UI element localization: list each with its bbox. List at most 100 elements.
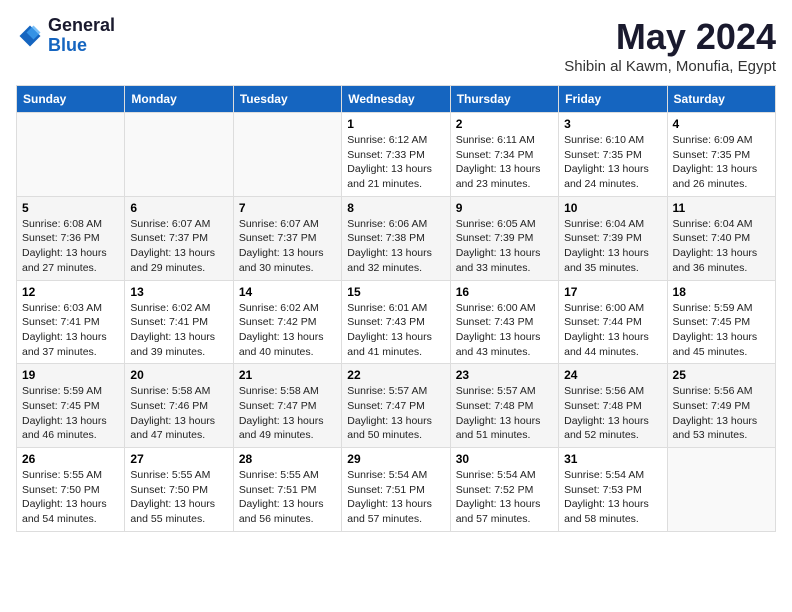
calendar-cell — [233, 113, 341, 197]
day-number: 10 — [564, 201, 661, 215]
logo-icon — [16, 22, 44, 50]
logo-blue: Blue — [48, 36, 115, 56]
day-info: Sunrise: 5:55 AMSunset: 7:51 PMDaylight:… — [239, 468, 336, 527]
calendar-cell: 30 Sunrise: 5:54 AMSunset: 7:52 PMDayligh… — [450, 448, 558, 532]
calendar-cell: 14Sunrise: 6:02 AMSunset: 7:42 PMDayligh… — [233, 280, 341, 364]
calendar-cell — [667, 448, 775, 532]
logo: General Blue — [16, 16, 115, 56]
calendar-cell: 3Sunrise: 6:10 AMSunset: 7:35 PMDaylight… — [559, 113, 667, 197]
calendar-cell: 28 Sunrise: 5:55 AMSunset: 7:51 PMDayligh… — [233, 448, 341, 532]
calendar-week-row: 19 Sunrise: 5:59 AMSunset: 7:45 PMDayligh… — [17, 364, 776, 448]
day-info: Sunrise: 5:57 AMSunset: 7:47 PMDaylight:… — [347, 384, 444, 443]
calendar-cell: 1Sunrise: 6:12 AMSunset: 7:33 PMDaylight… — [342, 113, 450, 197]
calendar-header-row: SundayMondayTuesdayWednesdayThursdayFrid… — [17, 86, 776, 113]
title-section: May 2024 Shibin al Kawm, Monufia, Egypt — [564, 16, 776, 75]
day-number: 22 — [347, 368, 444, 382]
logo-general: General — [48, 16, 115, 36]
calendar-cell: 22 Sunrise: 5:57 AMSunset: 7:47 PMDayligh… — [342, 364, 450, 448]
calendar-week-row: 1Sunrise: 6:12 AMSunset: 7:33 PMDaylight… — [17, 113, 776, 197]
location: Shibin al Kawm, Monufia, Egypt — [564, 58, 776, 75]
day-number: 31 — [564, 452, 661, 466]
day-info: Sunrise: 5:58 AMSunset: 7:47 PMDaylight:… — [239, 384, 336, 443]
weekday-header: Tuesday — [233, 86, 341, 113]
calendar-cell: 8 Sunrise: 6:06 AMSunset: 7:38 PMDaylight… — [342, 196, 450, 280]
calendar-week-row: 26 Sunrise: 5:55 AMSunset: 7:50 PMDayligh… — [17, 448, 776, 532]
page-header: General Blue May 2024 Shibin al Kawm, Mo… — [16, 16, 776, 75]
weekday-header: Saturday — [667, 86, 775, 113]
calendar-cell: 25 Sunrise: 5:56 AMSunset: 7:49 PMDayligh… — [667, 364, 775, 448]
day-number: 2 — [456, 117, 553, 131]
calendar: SundayMondayTuesdayWednesdayThursdayFrid… — [16, 85, 776, 532]
calendar-cell: 7 Sunrise: 6:07 AMSunset: 7:37 PMDaylight… — [233, 196, 341, 280]
calendar-cell: 13 Sunrise: 6:02 AMSunset: 7:41 PMDayligh… — [125, 280, 233, 364]
day-number: 16 — [456, 285, 553, 299]
day-number: 13 — [130, 285, 227, 299]
day-number: 30 — [456, 452, 553, 466]
day-number: 4 — [673, 117, 770, 131]
day-info: Sunrise: 6:12 AMSunset: 7:33 PMDaylight:… — [347, 133, 444, 192]
calendar-cell — [125, 113, 233, 197]
calendar-cell: 9 Sunrise: 6:05 AMSunset: 7:39 PMDaylight… — [450, 196, 558, 280]
day-number: 18 — [673, 285, 770, 299]
logo-text: General Blue — [48, 16, 115, 56]
day-info: Sunrise: 6:07 AMSunset: 7:37 PMDaylight:… — [130, 217, 227, 276]
weekday-header: Thursday — [450, 86, 558, 113]
calendar-cell: 5Sunrise: 6:08 AMSunset: 7:36 PMDaylight… — [17, 196, 125, 280]
day-info: Sunrise: 6:01 AMSunset: 7:43 PMDaylight:… — [347, 301, 444, 360]
day-number: 7 — [239, 201, 336, 215]
day-info: Sunrise: 6:04 AMSunset: 7:39 PMDaylight:… — [564, 217, 661, 276]
day-number: 6 — [130, 201, 227, 215]
day-info: Sunrise: 5:55 AMSunset: 7:50 PMDaylight:… — [22, 468, 119, 527]
day-number: 25 — [673, 368, 770, 382]
day-info: Sunrise: 5:59 AMSunset: 7:45 PMDaylight:… — [22, 384, 119, 443]
day-number: 9 — [456, 201, 553, 215]
calendar-cell: 23 Sunrise: 5:57 AMSunset: 7:48 PMDayligh… — [450, 364, 558, 448]
day-info: Sunrise: 5:56 AMSunset: 7:48 PMDaylight:… — [564, 384, 661, 443]
calendar-cell: 10 Sunrise: 6:04 AMSunset: 7:39 PMDayligh… — [559, 196, 667, 280]
weekday-header: Wednesday — [342, 86, 450, 113]
day-info: Sunrise: 6:04 AMSunset: 7:40 PMDaylight:… — [673, 217, 770, 276]
calendar-cell: 18 Sunrise: 5:59 AMSunset: 7:45 PMDayligh… — [667, 280, 775, 364]
day-info: Sunrise: 6:02 AMSunset: 7:41 PMDaylight:… — [130, 301, 227, 360]
calendar-cell: 6 Sunrise: 6:07 AMSunset: 7:37 PMDaylight… — [125, 196, 233, 280]
calendar-cell — [17, 113, 125, 197]
day-number: 29 — [347, 452, 444, 466]
day-info: Sunrise: 5:54 AMSunset: 7:51 PMDaylight:… — [347, 468, 444, 527]
calendar-week-row: 5Sunrise: 6:08 AMSunset: 7:36 PMDaylight… — [17, 196, 776, 280]
day-number: 23 — [456, 368, 553, 382]
day-number: 3 — [564, 117, 661, 131]
calendar-cell: 19 Sunrise: 5:59 AMSunset: 7:45 PMDayligh… — [17, 364, 125, 448]
day-number: 27 — [130, 452, 227, 466]
calendar-cell: 29 Sunrise: 5:54 AMSunset: 7:51 PMDayligh… — [342, 448, 450, 532]
day-info: Sunrise: 6:00 AMSunset: 7:43 PMDaylight:… — [456, 301, 553, 360]
calendar-cell: 11 Sunrise: 6:04 AMSunset: 7:40 PMDayligh… — [667, 196, 775, 280]
calendar-cell: 4Sunrise: 6:09 AMSunset: 7:35 PMDaylight… — [667, 113, 775, 197]
day-number: 24 — [564, 368, 661, 382]
day-info: Sunrise: 5:57 AMSunset: 7:48 PMDaylight:… — [456, 384, 553, 443]
calendar-cell: 2 Sunrise: 6:11 AMSunset: 7:34 PMDaylight… — [450, 113, 558, 197]
day-info: Sunrise: 5:54 AMSunset: 7:53 PMDaylight:… — [564, 468, 661, 527]
day-info: Sunrise: 6:05 AMSunset: 7:39 PMDaylight:… — [456, 217, 553, 276]
day-number: 17 — [564, 285, 661, 299]
day-number: 8 — [347, 201, 444, 215]
day-info: Sunrise: 6:11 AMSunset: 7:34 PMDaylight:… — [456, 133, 553, 192]
day-number: 19 — [22, 368, 119, 382]
day-info: Sunrise: 6:00 AMSunset: 7:44 PMDaylight:… — [564, 301, 661, 360]
day-number: 26 — [22, 452, 119, 466]
weekday-header: Sunday — [17, 86, 125, 113]
calendar-week-row: 12Sunrise: 6:03 AMSunset: 7:41 PMDayligh… — [17, 280, 776, 364]
day-info: Sunrise: 6:02 AMSunset: 7:42 PMDaylight:… — [239, 301, 336, 360]
day-info: Sunrise: 5:58 AMSunset: 7:46 PMDaylight:… — [130, 384, 227, 443]
day-info: Sunrise: 5:59 AMSunset: 7:45 PMDaylight:… — [673, 301, 770, 360]
calendar-cell: 24 Sunrise: 5:56 AMSunset: 7:48 PMDayligh… — [559, 364, 667, 448]
day-info: Sunrise: 6:07 AMSunset: 7:37 PMDaylight:… — [239, 217, 336, 276]
calendar-cell: 21 Sunrise: 5:58 AMSunset: 7:47 PMDayligh… — [233, 364, 341, 448]
day-info: Sunrise: 5:56 AMSunset: 7:49 PMDaylight:… — [673, 384, 770, 443]
day-info: Sunrise: 6:06 AMSunset: 7:38 PMDaylight:… — [347, 217, 444, 276]
calendar-cell: 20Sunrise: 5:58 AMSunset: 7:46 PMDayligh… — [125, 364, 233, 448]
day-info: Sunrise: 5:54 AMSunset: 7:52 PMDaylight:… — [456, 468, 553, 527]
day-number: 21 — [239, 368, 336, 382]
calendar-cell: 26 Sunrise: 5:55 AMSunset: 7:50 PMDayligh… — [17, 448, 125, 532]
day-number: 28 — [239, 452, 336, 466]
day-number: 11 — [673, 201, 770, 215]
